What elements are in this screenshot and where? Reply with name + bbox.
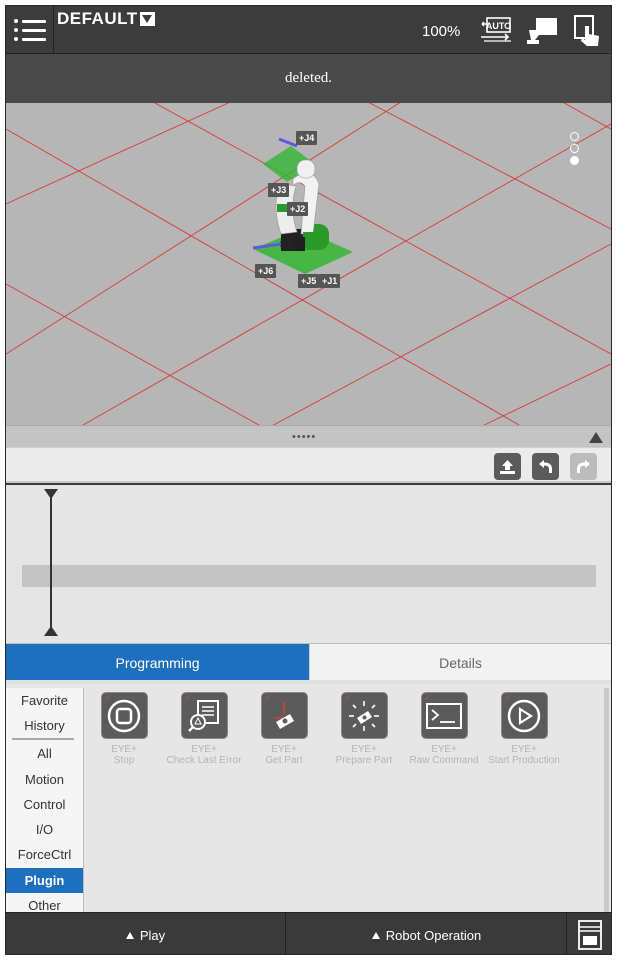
category-list: Favorite History All Motion Control I/O … [6, 688, 84, 916]
control-panel-button[interactable] [568, 913, 611, 954]
arrow-up-icon [371, 931, 380, 939]
command-label: Prepare Part [335, 755, 393, 766]
joint-label-j3[interactable]: +J3 [268, 183, 290, 197]
terminal-icon: ✓ [420, 692, 468, 739]
category-control[interactable]: Control [6, 792, 83, 817]
category-separator [12, 738, 74, 740]
command-eye-check-last-error[interactable]: ✓ EYE+ Check Last Error [164, 692, 244, 766]
dropdown-triangle-icon [139, 12, 155, 26]
bottom-bar: Play Robot Operation [6, 912, 611, 954]
category-motion[interactable]: Motion [6, 767, 83, 792]
tab-bar: Programming Details [6, 643, 611, 681]
upload-icon [500, 460, 515, 474]
joint-label-j1[interactable]: +J1 [319, 274, 341, 288]
command-label-prefix: EYE+ [191, 744, 217, 755]
redo-button[interactable] [570, 453, 597, 480]
undo-icon [539, 460, 552, 473]
joint-label-j4[interactable]: +J4 [296, 131, 318, 145]
category-forcectrl[interactable]: ForceCtrl [6, 842, 83, 867]
remote-control-icon[interactable] [525, 16, 559, 46]
command-scrollbar[interactable] [604, 688, 609, 916]
command-label: Check Last Error [166, 755, 242, 766]
status-message: deleted. [284, 70, 333, 86]
hand-guide-icon[interactable] [572, 14, 602, 48]
prepare-part-icon: ✓ [340, 692, 388, 739]
program-toolbar [6, 447, 611, 483]
expand-up-icon[interactable] [589, 432, 603, 443]
program-timeline[interactable] [6, 485, 611, 643]
menu-icon[interactable] [6, 6, 54, 54]
command-palette: ✓ EYE+ Stop ✓ EYE+ Check Last Error ✓ EYE+… [84, 688, 604, 916]
command-area: Favorite History All Motion Control I/O … [6, 680, 611, 916]
command-eye-raw-command[interactable]: ✓ EYE+ Raw Command [404, 692, 484, 766]
command-eye-get-part[interactable]: ✓ EYE+ Get Part [244, 692, 324, 766]
command-eye-prepare-part[interactable]: ✓ EYE+ Prepare Part [324, 692, 404, 766]
cursor-top-marker[interactable] [44, 489, 58, 499]
robot-operation-button[interactable]: Robot Operation [287, 913, 567, 954]
command-label: Stop [113, 755, 135, 766]
auto-icon-text: AUTO [486, 21, 511, 31]
category-plugin[interactable]: Plugin [6, 868, 83, 893]
arrow-up-icon [125, 931, 134, 939]
timeline-track[interactable] [22, 565, 596, 587]
joint-label-j2[interactable]: +J2 [287, 202, 309, 216]
play-label: Play [139, 927, 166, 943]
robot-3d-view[interactable]: +J4 +J3 +J2 +J6 +J5 +J1 [6, 54, 611, 429]
speed-indicator[interactable]: 100% [422, 23, 460, 40]
command-label-prefix: EYE+ [111, 744, 137, 755]
app-window: +J4 +J3 +J2 +J6 +J5 +J1 deleted. DEFAULT… [5, 5, 612, 955]
command-label-prefix: EYE+ [351, 744, 377, 755]
splitter-handle[interactable]: ••••• [292, 431, 316, 443]
control-panel-icon [577, 920, 602, 950]
upload-button[interactable] [494, 453, 521, 480]
project-selector[interactable]: DEFAULT [57, 9, 155, 29]
command-label-prefix: EYE+ [271, 744, 297, 755]
robot-operation-label: Robot Operation [385, 927, 482, 943]
category-favorite[interactable]: Favorite [6, 688, 83, 713]
undo-button[interactable] [532, 453, 559, 480]
joint-label-j6[interactable]: +J6 [255, 264, 277, 278]
category-all[interactable]: All [6, 741, 83, 766]
tab-details[interactable]: Details [309, 644, 611, 681]
command-label: Raw Command [409, 755, 479, 766]
stop-icon: ✓ [100, 692, 148, 739]
view-options-icon[interactable] [570, 132, 582, 165]
timeline-cursor[interactable] [50, 497, 52, 633]
cursor-bottom-marker[interactable] [44, 626, 58, 636]
get-part-icon: ✓ [260, 692, 308, 739]
top-bar: DEFAULT 100% AUTO [6, 6, 611, 54]
command-eye-stop[interactable]: ✓ EYE+ Stop [84, 692, 164, 766]
redo-icon [577, 460, 590, 473]
category-history[interactable]: History [6, 713, 83, 738]
command-label-prefix: EYE+ [511, 744, 537, 755]
status-bar: deleted. [6, 54, 611, 103]
command-label-prefix: EYE+ [431, 744, 457, 755]
play-circle-icon: ✓ [500, 692, 548, 739]
category-io[interactable]: I/O [6, 817, 83, 842]
joint-label-j5[interactable]: +J5 [298, 274, 320, 288]
view-splitter[interactable]: ••••• [6, 425, 611, 447]
check-error-icon: ✓ [180, 692, 228, 739]
tab-programming[interactable]: Programming [6, 644, 309, 681]
command-eye-start-production[interactable]: ✓ EYE+ Start Production [484, 692, 564, 766]
auto-mode-icon[interactable]: AUTO [478, 16, 514, 44]
project-name: DEFAULT [57, 9, 138, 28]
command-label: Get Part [265, 755, 303, 766]
command-label: Start Production [488, 755, 560, 766]
play-button[interactable]: Play [6, 913, 286, 954]
